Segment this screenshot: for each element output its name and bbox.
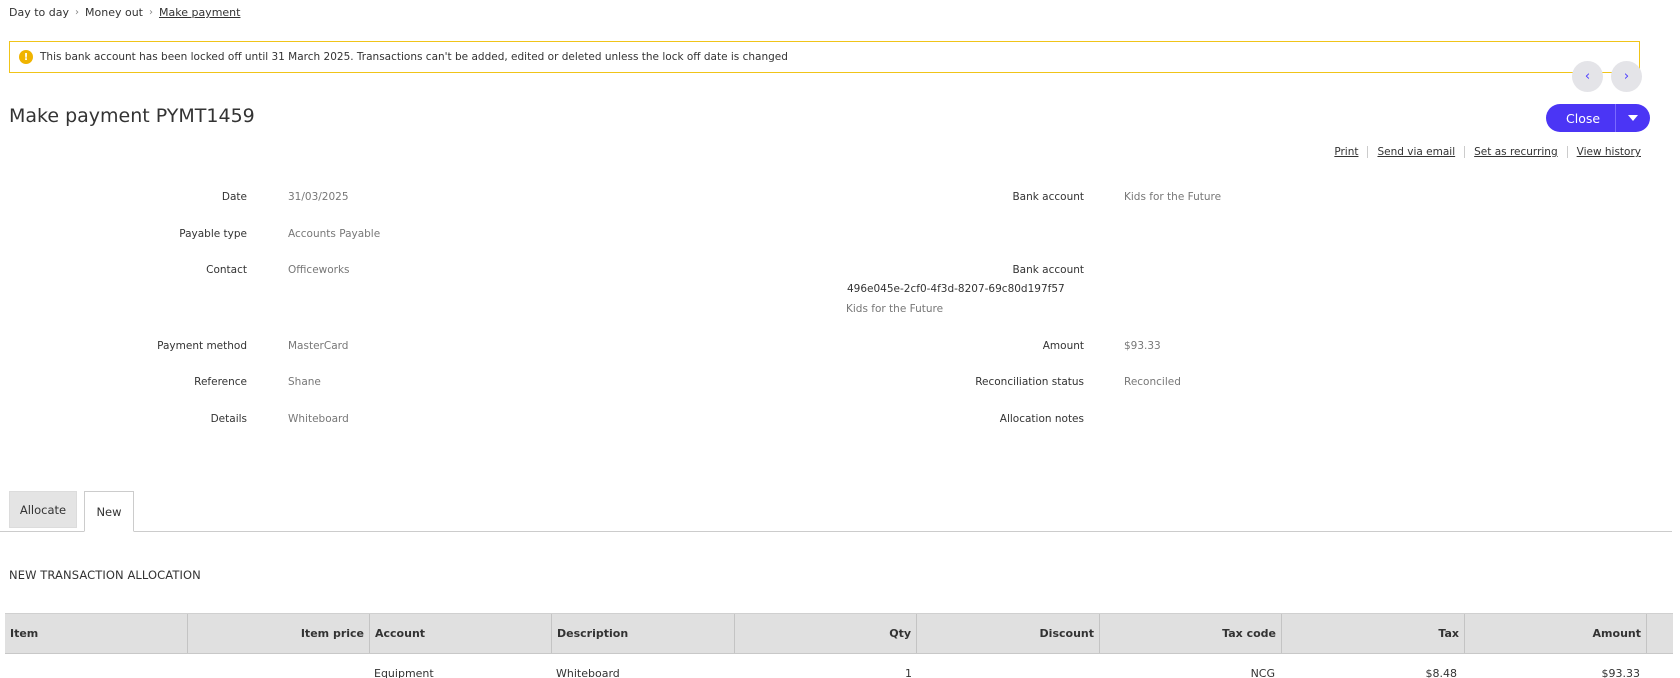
breadcrumb-day-to-day[interactable]: Day to day bbox=[9, 6, 69, 19]
reference-label: Reference bbox=[194, 376, 247, 388]
caret-down-icon bbox=[1628, 115, 1639, 121]
close-button[interactable]: Close bbox=[1546, 104, 1617, 132]
amount-value: $93.33 bbox=[1124, 340, 1161, 352]
payment-method-label: Payment method bbox=[157, 340, 247, 352]
date-label: Date bbox=[221, 191, 247, 203]
row-tax[interactable]: $8.48 bbox=[1357, 667, 1458, 678]
send-via-email-link[interactable]: Send via email bbox=[1367, 146, 1464, 158]
print-link[interactable]: Print bbox=[1325, 146, 1367, 158]
tab-divider bbox=[0, 531, 1672, 532]
breadcrumb-money-out[interactable]: Money out bbox=[85, 6, 143, 19]
tab-new[interactable]: New bbox=[84, 491, 134, 532]
column-header-tax-code[interactable]: Tax code bbox=[1100, 614, 1282, 653]
contact-label: Contact bbox=[206, 264, 247, 276]
lock-off-message: This bank account has been locked off un… bbox=[40, 51, 788, 63]
next-record-button[interactable]: › bbox=[1611, 61, 1642, 92]
allocation-section-title: NEW TRANSACTION ALLOCATION bbox=[9, 568, 201, 582]
column-header-tax[interactable]: Tax bbox=[1282, 614, 1465, 653]
breadcrumb-make-payment[interactable]: Make payment bbox=[159, 6, 240, 19]
amount-label: Amount bbox=[1042, 340, 1084, 352]
set-as-recurring-link[interactable]: Set as recurring bbox=[1464, 146, 1566, 158]
record-actions: Print Send via email Set as recurring Vi… bbox=[1325, 146, 1641, 158]
row-description[interactable]: Whiteboard bbox=[556, 667, 620, 678]
details-label: Details bbox=[210, 413, 247, 425]
reference-value: Shane bbox=[288, 376, 321, 388]
row-tax-code[interactable]: NCG bbox=[1175, 667, 1275, 678]
close-split-button: Close bbox=[1546, 104, 1651, 132]
bank-account-2-name: Kids for the Future bbox=[846, 303, 944, 315]
previous-record-button[interactable]: ‹ bbox=[1572, 61, 1603, 92]
row-account[interactable]: Equipment bbox=[374, 667, 434, 678]
chevron-right-icon: › bbox=[75, 7, 79, 18]
column-header-discount[interactable]: Discount bbox=[917, 614, 1100, 653]
lock-off-banner: ! This bank account has been locked off … bbox=[9, 41, 1640, 73]
column-header-qty[interactable]: Qty bbox=[735, 614, 917, 653]
row-qty[interactable]: 1 bbox=[812, 667, 912, 678]
payable-type-value: Accounts Payable bbox=[288, 228, 381, 240]
view-history-link[interactable]: View history bbox=[1566, 146, 1641, 158]
column-header-item-price[interactable]: Item price bbox=[188, 614, 370, 653]
row-amount[interactable]: $93.33 bbox=[1540, 667, 1641, 678]
payment-method-value: MasterCard bbox=[288, 340, 349, 352]
allocation-grid-header: Item Item price Account Description Qty … bbox=[5, 613, 1673, 654]
bank-account-2-id: 496e045e-2cf0-4f3d-8207-69c80d197f57 bbox=[847, 283, 1065, 295]
page-title: Make payment PYMT1459 bbox=[9, 105, 255, 127]
date-value: 31/03/2025 bbox=[288, 191, 349, 203]
payable-type-label: Payable type bbox=[179, 228, 247, 240]
bank-account-2-label: Bank account bbox=[1012, 264, 1084, 276]
warning-icon: ! bbox=[19, 50, 33, 64]
chevron-left-icon: ‹ bbox=[1584, 69, 1591, 84]
details-value: Whiteboard bbox=[288, 413, 349, 425]
bank-account-label: Bank account bbox=[1012, 191, 1084, 203]
allocation-notes-label: Allocation notes bbox=[999, 413, 1084, 425]
column-header-item[interactable]: Item bbox=[5, 614, 188, 653]
reconciliation-status-label: Reconciliation status bbox=[975, 376, 1084, 388]
reconciliation-status-value: Reconciled bbox=[1124, 376, 1181, 388]
breadcrumb: Day to day › Money out › Make payment bbox=[9, 6, 240, 19]
column-header-amount[interactable]: Amount bbox=[1465, 614, 1647, 653]
contact-value: Officeworks bbox=[288, 264, 350, 276]
chevron-right-icon: › bbox=[148, 7, 153, 18]
bank-account-value: Kids for the Future bbox=[1124, 191, 1222, 203]
tab-allocate[interactable]: Allocate bbox=[9, 491, 77, 528]
chevron-right-icon: › bbox=[1623, 69, 1630, 84]
column-header-account[interactable]: Account bbox=[370, 614, 552, 653]
close-options-button[interactable] bbox=[1616, 104, 1650, 132]
column-header-description[interactable]: Description bbox=[552, 614, 735, 653]
